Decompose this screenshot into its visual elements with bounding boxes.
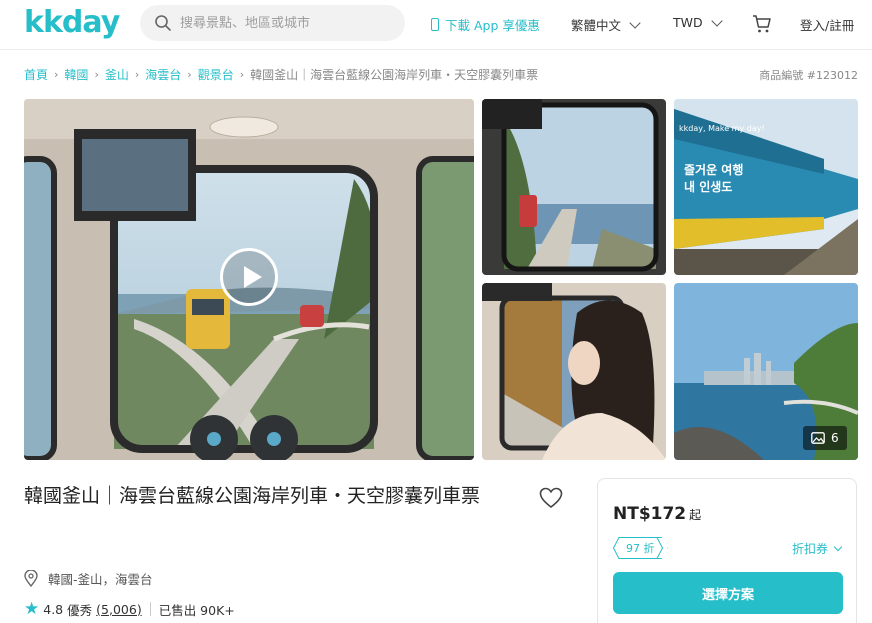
view-all-photos-button[interactable]: 6 <box>803 426 847 450</box>
heart-icon[interactable] <box>539 487 563 509</box>
breadcrumb: 首頁 › 韓國 › 釜山 › 海雲台 › 觀景台 › 韓國釜山｜海雲台藍線公園海… <box>24 66 538 83</box>
chevron-right-icon: › <box>239 68 245 81</box>
chevron-right-icon: › <box>94 68 99 81</box>
product-rating: ★ 4.8 優秀 (5,006) 已售出 90K+ <box>24 599 235 619</box>
svg-text:즐거운 여행: 즐거운 여행 <box>684 162 743 177</box>
login-register-link[interactable]: 登入/註冊 <box>800 15 854 34</box>
price-suffix: 起 <box>689 508 702 522</box>
breadcrumb-current: 韓國釜山｜海雲台藍線公園海岸列車・天空膠囊列車票 <box>250 68 539 82</box>
coastal-train-image: 즐거운 여행 내 인생도 kkday, Make my day! <box>674 99 858 275</box>
play-video-button[interactable] <box>220 248 278 306</box>
download-app-label: 下載 App 享優惠 <box>445 18 540 33</box>
location-pin-icon <box>24 570 38 587</box>
price-card: NT$172 起 97 折 折扣券 選擇方案 <box>597 478 857 623</box>
location-label: 韓國-釜山，海雲台 <box>48 572 153 587</box>
passenger-window-image <box>482 283 666 460</box>
review-count-link[interactable]: (5,006) <box>96 602 142 617</box>
product-title: 韓國釜山｜海雲台藍線公園海岸列車・天空膠囊列車票 <box>24 485 481 507</box>
breadcrumb-haeundae[interactable]: 海雲台 <box>145 66 181 83</box>
photo-count-label: 6 <box>831 431 839 445</box>
product-code: 商品編號 #123012 <box>759 69 858 82</box>
language-selector[interactable]: 繁體中文 <box>571 15 641 34</box>
chevron-down-icon <box>710 14 723 27</box>
choose-plan-button[interactable]: 選擇方案 <box>613 572 843 614</box>
image-icon <box>811 432 825 444</box>
chevron-right-icon: › <box>54 68 59 81</box>
gallery-main-photo[interactable] <box>24 99 474 460</box>
svg-text:kkday, Make my day!: kkday, Make my day! <box>679 124 765 133</box>
chevron-down-icon <box>833 542 843 551</box>
svg-text:내 인생도: 내 인생도 <box>684 179 732 194</box>
sold-count: 已售出 90K+ <box>158 602 235 618</box>
currency-selector[interactable]: TWD <box>673 14 723 30</box>
chevron-down-icon <box>629 16 641 29</box>
chevron-right-icon: › <box>134 68 140 81</box>
discount-badge: 97 折 <box>613 537 668 559</box>
search-icon <box>155 15 171 31</box>
gallery-photo-3[interactable]: 즐거운 여행 내 인생도 kkday, Make my day! <box>674 99 858 275</box>
top-header: kkday 下載 App 享優惠 繁體中文 TWD 登入/註冊 <box>0 0 872 50</box>
currency-label: TWD <box>673 15 703 30</box>
language-label: 繁體中文 <box>571 18 622 33</box>
window-view-image <box>482 99 666 275</box>
chevron-right-icon: › <box>187 68 192 81</box>
product-location: 韓國-釜山，海雲台 <box>24 569 153 588</box>
rating-divider <box>149 602 151 616</box>
breadcrumb-korea[interactable]: 韓國 <box>64 66 88 83</box>
coupon-label: 折扣券 <box>791 542 828 556</box>
shopping-cart-icon[interactable] <box>752 14 772 34</box>
star-icon: ★ <box>24 599 40 619</box>
search-bar[interactable] <box>140 5 405 41</box>
breadcrumb-home[interactable]: 首頁 <box>24 66 48 83</box>
price-value: NT$172 <box>613 504 687 524</box>
rating-label: 優秀 <box>67 602 93 618</box>
coupon-dropdown[interactable]: 折扣券 <box>791 540 843 557</box>
phone-icon <box>431 18 439 31</box>
gallery-photo-4[interactable] <box>482 283 666 460</box>
breadcrumb-busan[interactable]: 釜山 <box>105 66 129 83</box>
download-app-link[interactable]: 下載 App 享優惠 <box>431 15 540 34</box>
breadcrumb-observatory[interactable]: 觀景台 <box>198 66 234 83</box>
price: NT$172 起 <box>613 504 701 524</box>
rating-score: 4.8 <box>43 601 64 617</box>
gallery-photo-2[interactable] <box>482 99 666 275</box>
kkday-logo[interactable]: kkday <box>24 6 120 40</box>
search-input[interactable] <box>180 15 390 31</box>
